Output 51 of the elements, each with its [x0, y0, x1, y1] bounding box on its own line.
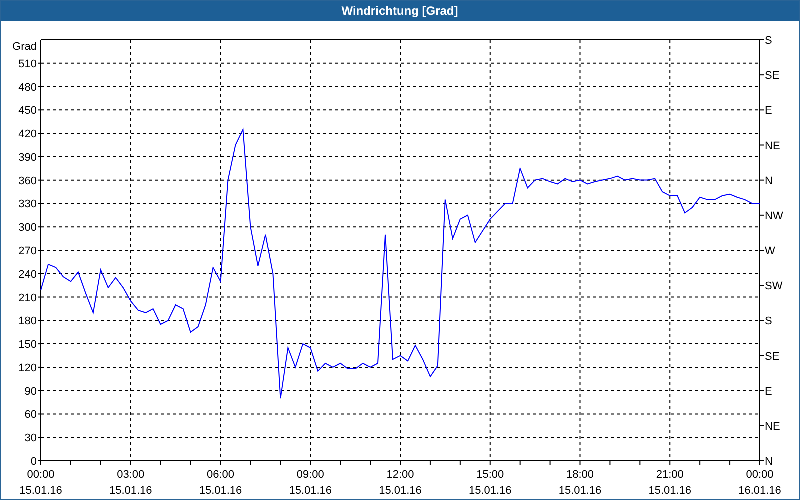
compass-label: S	[765, 316, 772, 328]
x-date-label: 15.01.16	[109, 485, 152, 497]
y-tick-label: 300	[18, 222, 37, 234]
y-tick-label: 480	[18, 82, 37, 94]
x-date-label: 15.01.16	[199, 485, 242, 497]
y-tick-label: 240	[18, 268, 37, 281]
y-tick-label: 60	[24, 409, 37, 422]
x-tick-label: 00:00	[27, 469, 55, 481]
y-tick-label: 360	[18, 175, 37, 188]
y-tick-label: 510	[18, 58, 37, 70]
compass-label: NE	[765, 420, 780, 433]
x-tick-label: 18:00	[566, 469, 594, 481]
y-tick-label: 0	[30, 456, 37, 468]
x-date-label: 15.01.16	[558, 485, 602, 497]
compass-label: S	[765, 35, 772, 47]
y-tick-label: 210	[18, 292, 37, 304]
x-date-label: 15.01.16	[20, 485, 62, 497]
x-tick-label: 09:00	[296, 469, 324, 481]
x-date-label: 15.01.16	[648, 485, 692, 497]
y-tick-label: 150	[18, 339, 37, 352]
compass-label: N	[765, 175, 773, 188]
y-tick-label: 330	[18, 198, 37, 211]
y-tick-label: 30	[24, 432, 37, 445]
compass-label: E	[765, 386, 772, 398]
x-tick-label: 06:00	[206, 469, 235, 481]
x-tick-label: 12:00	[386, 469, 414, 481]
y-tick-label: 180	[18, 316, 37, 328]
y-axis-title: Grad	[12, 41, 37, 53]
y-tick-label: 90	[24, 386, 37, 398]
compass-label: SE	[765, 350, 780, 363]
y-tick-label: 270	[18, 246, 37, 258]
x-date-label: 15.01.16	[468, 485, 512, 497]
x-date-label: 15.01.16	[289, 485, 332, 497]
y-tick-label: 450	[18, 105, 37, 118]
y-tick-label: 120	[18, 362, 37, 374]
y-tick-label: 420	[18, 128, 37, 141]
x-tick-label: 03:00	[117, 469, 145, 481]
x-tick-label: 15:00	[476, 469, 504, 481]
y-tick-label: 390	[18, 152, 37, 164]
compass-label: NE	[765, 140, 780, 152]
compass-label: NW	[765, 210, 784, 222]
window-title: Windrichtung [Grad]	[1, 1, 799, 21]
compass-label: SW	[765, 280, 783, 293]
compass-label: SE	[765, 70, 780, 82]
x-tick-label: 00:00	[746, 469, 774, 481]
x-date-label: 15.01.16	[379, 485, 422, 497]
compass-label: W	[765, 246, 776, 258]
x-date-label: 16.01.16	[738, 485, 782, 497]
x-tick-label: 21:00	[656, 469, 684, 481]
compass-label: E	[765, 105, 772, 118]
compass-label: N	[765, 456, 773, 468]
